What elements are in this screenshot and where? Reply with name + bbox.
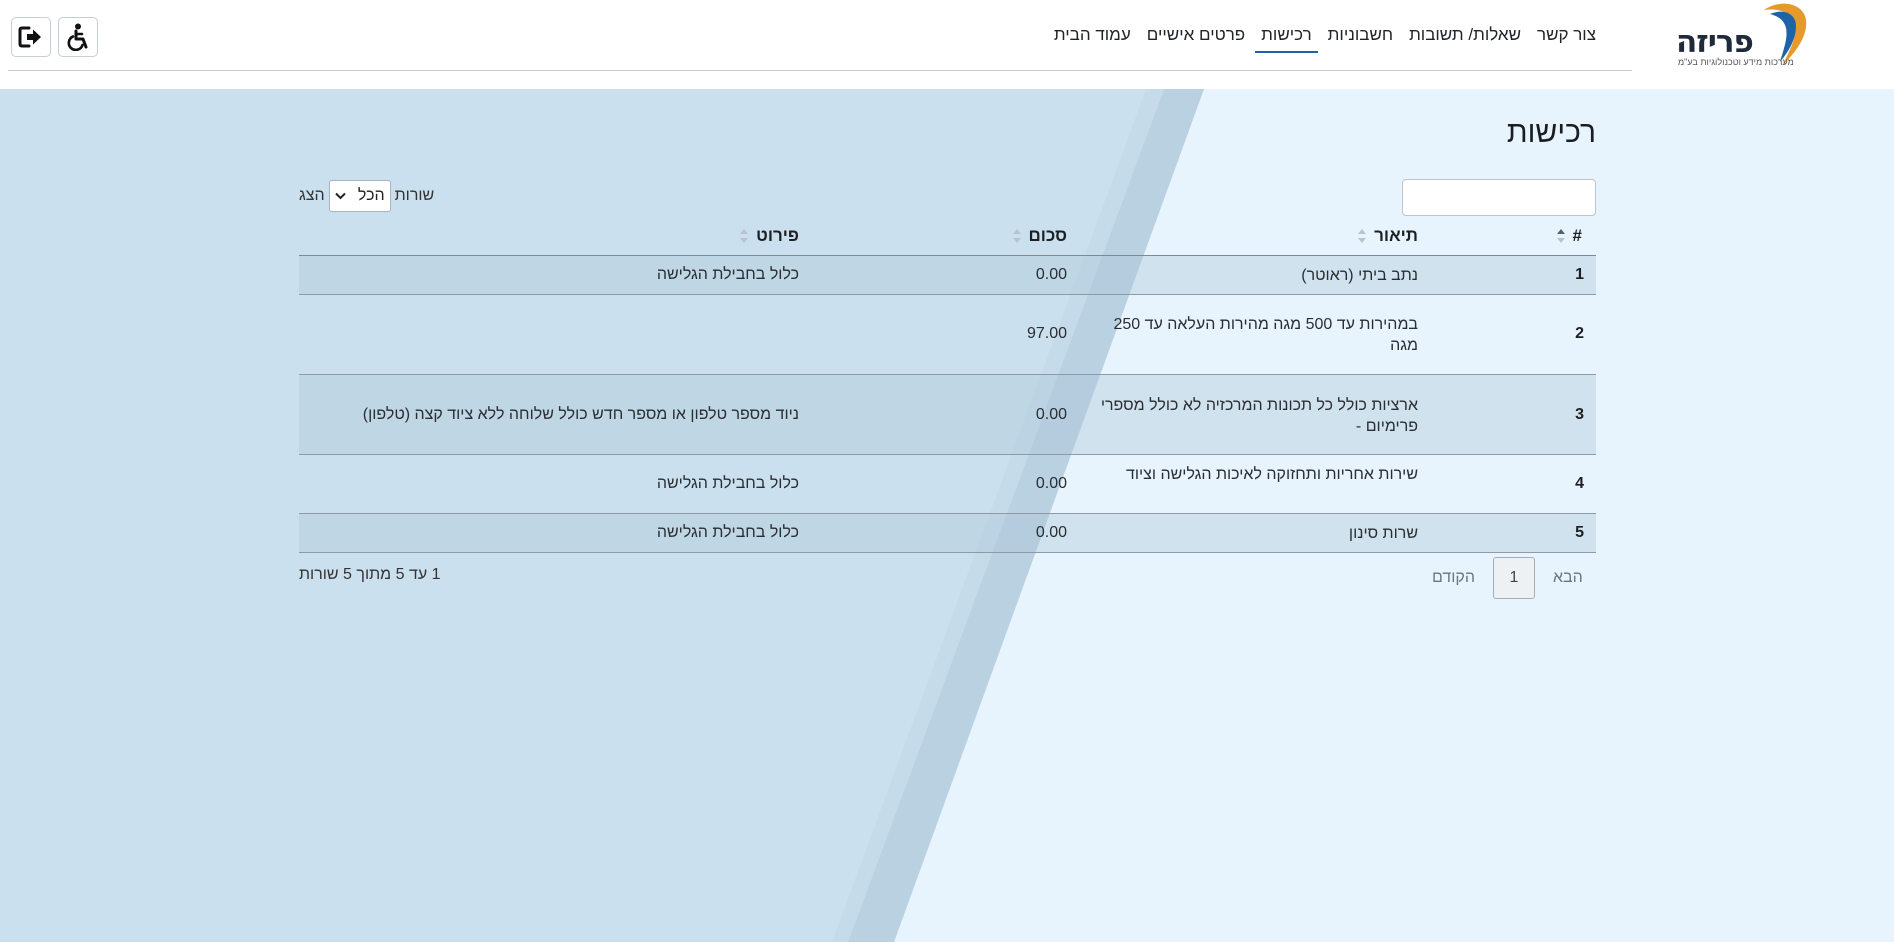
table-search-input[interactable]: [1402, 179, 1596, 216]
brand-name: פריזה: [1676, 24, 1754, 60]
row-sum: 0.00: [1035, 475, 1067, 492]
row-num: 2: [1575, 325, 1584, 342]
chevron-down-icon: [334, 192, 346, 200]
length-show-label: הצג: [299, 187, 325, 204]
nav-home[interactable]: עמוד הבית: [1046, 22, 1139, 55]
sort-icon: [1556, 229, 1565, 243]
sort-icon: [1358, 229, 1367, 243]
row-sum: 0.00: [1035, 524, 1067, 541]
table-header: # תיאור סכום פירוט: [299, 222, 1596, 256]
nav-contact[interactable]: צור קשר: [1529, 22, 1604, 55]
row-desc: שרות סינון: [1348, 525, 1418, 542]
column-header-num[interactable]: #: [1556, 226, 1582, 246]
row-num: 4: [1575, 475, 1584, 492]
row-sum: 97.00: [1026, 325, 1067, 342]
column-header-sum[interactable]: סכום: [1012, 226, 1067, 246]
row-detail: כלול בחבילת הגלישה: [656, 524, 799, 541]
row-num: 3: [1575, 406, 1584, 423]
length-rows-label: שורות: [394, 187, 435, 204]
main-nav: עמוד הבית פרטים אישיים רכישות חשבוניות ש…: [1046, 22, 1604, 55]
column-header-detail[interactable]: פירוט: [740, 226, 799, 246]
accessibility-button[interactable]: [58, 17, 98, 57]
sort-icon: [1012, 229, 1021, 243]
page-title: רכישות: [1506, 116, 1596, 149]
row-num: 1: [1575, 266, 1584, 283]
column-detail-label: פירוט: [756, 226, 799, 245]
rows-per-page-value: הכל: [357, 187, 385, 204]
column-desc-label: תיאור: [1374, 226, 1418, 245]
row-detail: כלול בחבילת הגלישה: [656, 475, 799, 492]
row-sum: 0.00: [1035, 406, 1067, 423]
row-detail: ניוד מספר טלפון או מספר חדש כולל שלוחה ל…: [362, 406, 799, 423]
pagination-next[interactable]: הבא: [1535, 569, 1601, 587]
table-row[interactable]: 1 נתב ביתי (ראוטר) 0.00 כלול בחבילת הגלי…: [299, 256, 1596, 295]
table-info: 1 עד 5 מתוך 5 שורות: [299, 566, 441, 583]
top-header: פריזה מערכות מידע וטכנולוגיות בע"מ עמוד …: [0, 0, 1894, 88]
nav-personal-details[interactable]: פרטים אישיים: [1139, 22, 1253, 55]
pagination: הקודם 1 הבא: [1414, 557, 1601, 599]
table-row[interactable]: 4 שירות אחריות ותחזוקה לאיכות הגלישה וצי…: [299, 455, 1596, 514]
column-num-label: #: [1572, 226, 1582, 245]
purchases-table: # תיאור סכום פירוט 1 נתב ביתי (ראוטר) 0.…: [299, 222, 1596, 553]
brand-logo[interactable]: פריזה מערכות מידע וטכנולוגיות בע"מ: [1672, 0, 1812, 70]
row-desc: ארציות כולל כל תכונות המרכזיה לא כולל מס…: [1100, 397, 1418, 435]
row-desc: במהירות עד 500 מגה מהירות העלאה עד 250 מ…: [1113, 316, 1418, 354]
pagination-page-1[interactable]: 1: [1492, 557, 1535, 599]
nav-purchases[interactable]: רכישות: [1253, 22, 1320, 55]
row-desc: נתב ביתי (ראוטר): [1301, 267, 1418, 284]
column-header-desc[interactable]: תיאור: [1358, 226, 1418, 246]
wheelchair-icon: [67, 23, 88, 51]
sort-icon: [740, 229, 749, 243]
column-sum-label: סכום: [1028, 226, 1067, 245]
table-row[interactable]: 3 ארציות כולל כל תכונות המרכזיה לא כולל …: [299, 375, 1596, 455]
header-divider: [8, 70, 1632, 71]
row-detail: כלול בחבילת הגלישה: [656, 266, 799, 283]
table-row[interactable]: 2 במהירות עד 500 מגה מהירות העלאה עד 250…: [299, 295, 1596, 375]
rows-length-control: הצג הכל שורות: [299, 180, 434, 212]
rows-per-page-select[interactable]: הכל: [328, 180, 391, 212]
pagination-previous[interactable]: הקודם: [1414, 569, 1493, 587]
table-row[interactable]: 5 שרות סינון 0.00 כלול בחבילת הגלישה: [299, 514, 1596, 553]
row-num: 5: [1575, 524, 1584, 541]
row-desc: שירות אחריות ותחזוקה לאיכות הגלישה וציוד: [1125, 466, 1418, 483]
nav-faq[interactable]: שאלות/ תשובות: [1401, 22, 1529, 55]
brand-tagline: מערכות מידע וטכנולוגיות בע"מ: [1678, 57, 1794, 67]
nav-invoices[interactable]: חשבוניות: [1320, 22, 1401, 55]
logout-button[interactable]: [11, 17, 51, 57]
logout-icon: [18, 26, 41, 48]
row-sum: 0.00: [1035, 266, 1067, 283]
